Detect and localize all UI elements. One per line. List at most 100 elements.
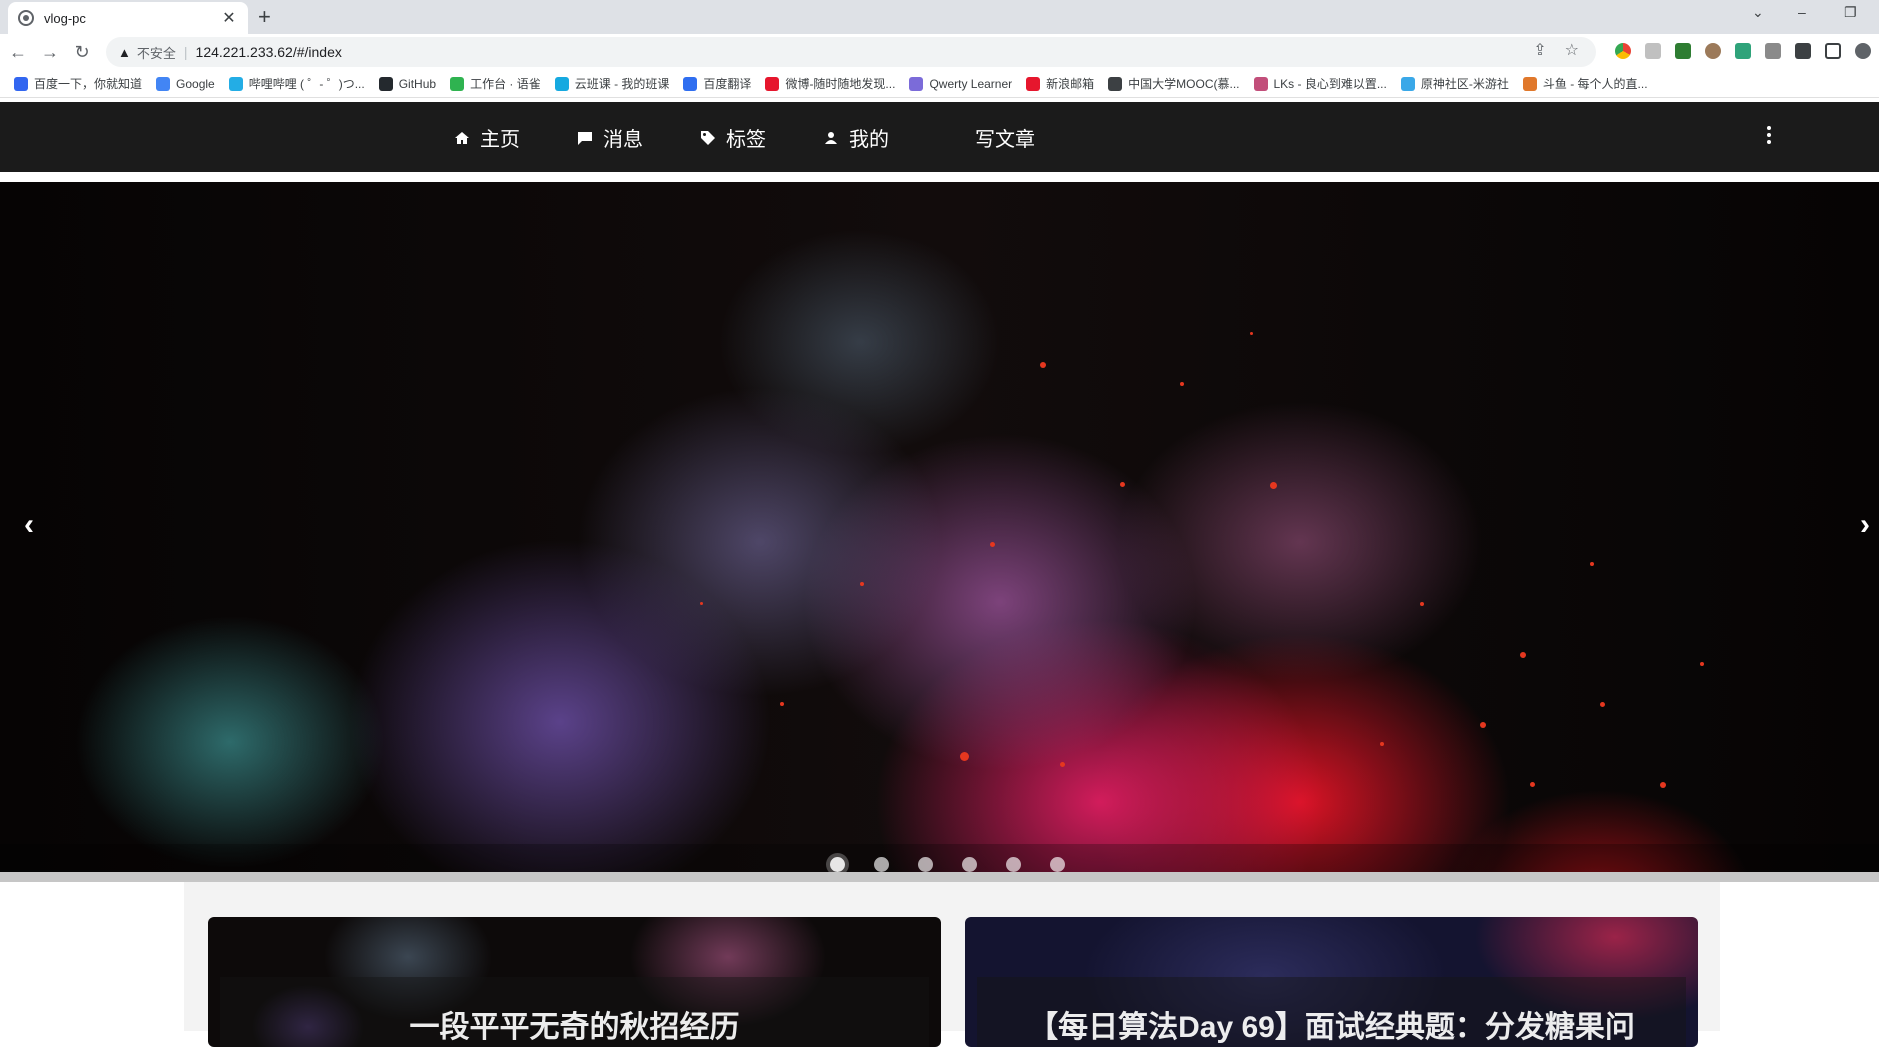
restore-button[interactable]: ❐ [1844, 4, 1857, 21]
article-title[interactable]: 【每日算法Day 69】面试经典题：分发糖果问 [965, 1002, 1698, 1046]
tab-search-icon[interactable]: ⌄ [1752, 4, 1764, 21]
extension-icon[interactable] [1615, 43, 1631, 59]
article-card[interactable]: 一段平平无奇的秋招经历 [208, 917, 941, 1047]
article-title[interactable]: 一段平平无奇的秋招经历 [208, 1002, 941, 1046]
powder-speck [1590, 562, 1594, 566]
powder-speck [1660, 782, 1666, 788]
bookmark-item[interactable]: 百度一下，你就知道 [14, 75, 142, 92]
globe-icon [18, 10, 34, 26]
browser-tabstrip: vlog-pc ✕ + ⌄ – ❐ [0, 0, 1879, 34]
bookmark-favicon-icon [1400, 76, 1415, 91]
carousel-slide-image [0, 182, 1879, 882]
bookmark-favicon-icon [1253, 76, 1268, 91]
security-label[interactable]: 不安全 [137, 43, 176, 62]
powder-speck [1480, 722, 1486, 728]
powder-speck [860, 582, 864, 586]
bookmark-item[interactable]: 中国大学MOOC(慕... [1108, 75, 1240, 92]
bookmark-favicon-icon [378, 76, 393, 91]
carousel-dot[interactable] [962, 857, 977, 872]
bookmark-item[interactable]: GitHub [378, 76, 436, 91]
vue-devtools-icon[interactable] [1735, 43, 1751, 59]
bookmark-star-icon[interactable]: ☆ [1565, 40, 1579, 60]
bookmark-label: LKs - 良心到难以置... [1273, 77, 1387, 91]
carousel-prev-arrow[interactable]: ‹ [24, 510, 34, 540]
bookmark-item[interactable]: Qwerty Learner [909, 76, 1013, 91]
powder-speck [1040, 362, 1046, 368]
minimize-button[interactable]: – [1798, 4, 1806, 20]
carousel-dot[interactable] [918, 857, 933, 872]
powder-speck [1250, 332, 1253, 335]
back-button[interactable]: ← [4, 42, 32, 63]
bookmark-item[interactable]: 原神社区-米游社 [1400, 75, 1509, 92]
more-vertical-icon[interactable] [1767, 126, 1773, 147]
powder-speck [700, 602, 703, 605]
extensions-area [1615, 43, 1871, 59]
omnibox-separator: | [183, 44, 188, 60]
browser-tab[interactable]: vlog-pc ✕ [8, 2, 248, 34]
new-tab-button[interactable]: + [258, 6, 271, 28]
bookmark-label: 斗鱼 - 每个人的直... [1542, 77, 1648, 91]
site-navbar: 主页 消息 标签 我的 写文章 [0, 102, 1879, 172]
bookmark-item[interactable]: 微博-随时随地发现... [765, 75, 895, 92]
nav-label: 消息 [603, 128, 643, 151]
powder-speck [1120, 482, 1125, 487]
carousel-dot[interactable] [1006, 857, 1021, 872]
bookmark-label: 中国大学MOOC(慕... [1128, 77, 1240, 91]
nav-item-write-article[interactable]: 写文章 [975, 102, 1035, 172]
reload-button[interactable]: ↻ [68, 42, 96, 63]
extension-icon[interactable] [1645, 43, 1661, 59]
nav-item-home[interactable]: 主页 [454, 102, 520, 172]
message-icon [577, 129, 593, 145]
share-icon[interactable]: ⇪ [1533, 40, 1546, 60]
bookmark-label: Google [176, 76, 215, 91]
bookmark-favicon-icon [909, 76, 924, 91]
bookmark-favicon-icon [450, 76, 465, 91]
bookmark-favicon-icon [1108, 76, 1123, 91]
extension-icon[interactable] [1765, 43, 1781, 59]
url-text[interactable]: 124.221.233.62/#/index [196, 44, 342, 60]
browser-toolbar: ← → ↻ ▲ 不安全 | 124.221.233.62/#/index ⇪ ☆ [0, 34, 1879, 70]
extension-icon[interactable] [1675, 43, 1691, 59]
carousel-dot[interactable] [830, 857, 845, 872]
address-bar[interactable]: ▲ 不安全 | 124.221.233.62/#/index [106, 37, 1596, 67]
nav-item-mine[interactable]: 我的 [823, 102, 889, 172]
bookmark-label: Qwerty Learner [929, 76, 1013, 91]
extension-icon[interactable] [1705, 43, 1721, 59]
powder-speck [990, 542, 995, 547]
tab-close-icon[interactable]: ✕ [220, 8, 238, 28]
section-divider [0, 872, 1879, 882]
bookmark-item[interactable]: 工作台 · 语雀 [450, 75, 541, 92]
bookmark-item[interactable]: LKs - 良心到难以置... [1253, 75, 1387, 92]
carousel-indicators [830, 857, 1065, 872]
side-panel-icon[interactable] [1825, 43, 1841, 59]
forward-button[interactable]: → [36, 42, 64, 63]
bookmark-item[interactable]: Google [156, 76, 215, 91]
warning-icon: ▲ [118, 44, 131, 60]
tab-title: vlog-pc [44, 10, 86, 26]
bookmark-item[interactable]: 云班课 - 我的班课 [554, 75, 669, 92]
bookmark-favicon-icon [1522, 76, 1537, 91]
hero-carousel: ‹ › [0, 182, 1879, 882]
profile-avatar-icon[interactable] [1855, 43, 1871, 59]
puzzle-icon[interactable] [1795, 43, 1811, 59]
powder-speck [1270, 482, 1277, 489]
bookmark-item[interactable]: 新浪邮箱 [1026, 75, 1094, 92]
tag-icon [700, 129, 716, 145]
bookmark-label: 百度一下，你就知道 [34, 77, 143, 91]
carousel-dot[interactable] [874, 857, 889, 872]
bookmark-favicon-icon [765, 76, 780, 91]
article-card[interactable]: 【每日算法Day 69】面试经典题：分发糖果问 [965, 917, 1698, 1047]
bookmark-favicon-icon [156, 76, 171, 91]
bookmark-favicon-icon [228, 76, 243, 91]
bookmark-favicon-icon [14, 76, 28, 91]
carousel-dot[interactable] [1050, 857, 1065, 872]
nav-item-tags[interactable]: 标签 [700, 102, 766, 172]
carousel-next-arrow[interactable]: › [1860, 510, 1870, 540]
bookmark-label: 哔哩哔哩 ( ゜- ゜)つ... [248, 77, 365, 91]
powder-speck [1600, 702, 1605, 707]
bookmark-item[interactable]: 哔哩哔哩 ( ゜- ゜)つ... [228, 75, 365, 92]
bookmark-item[interactable]: 百度翻译 [683, 75, 751, 92]
article-list: 一段平平无奇的秋招经历 【每日算法Day 69】面试经典题：分发糖果问 [184, 882, 1720, 1047]
bookmark-item[interactable]: 斗鱼 - 每个人的直... [1522, 75, 1648, 92]
nav-item-messages[interactable]: 消息 [577, 102, 643, 172]
